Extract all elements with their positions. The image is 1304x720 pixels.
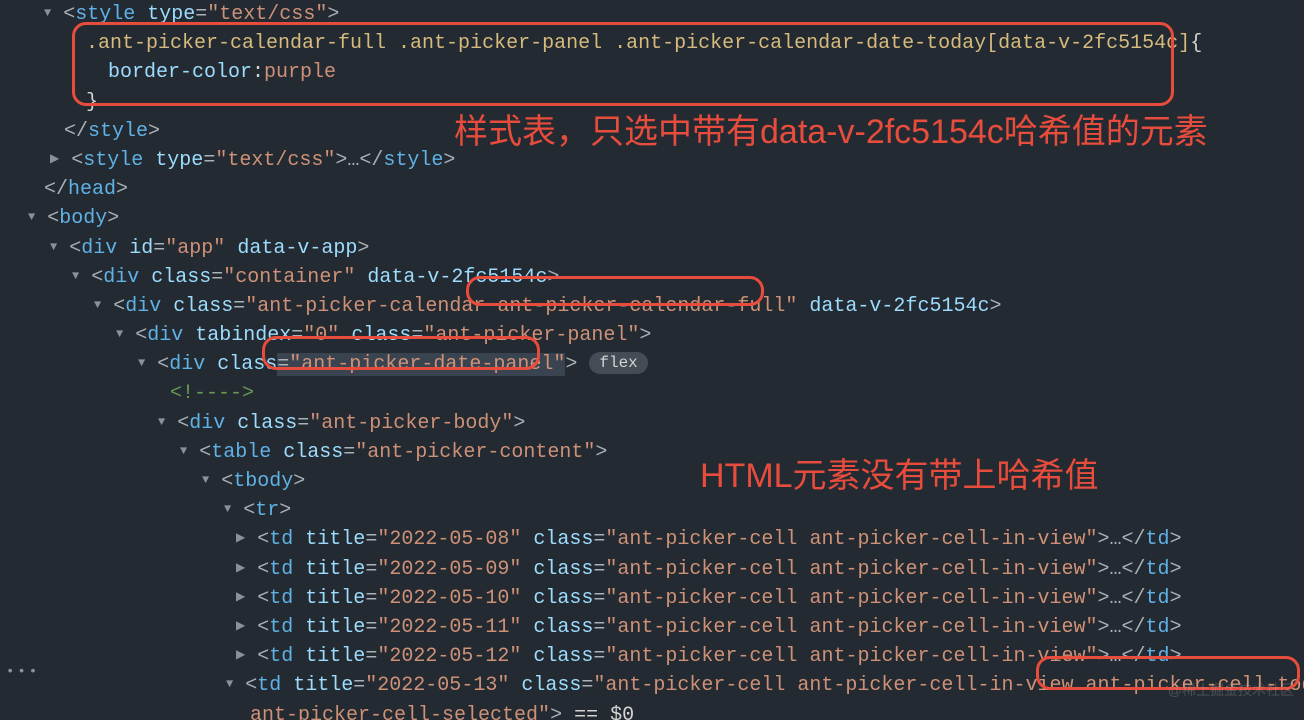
css-rule: .ant-picker-calendar-full .ant-picker-pa… [0,29,1304,58]
watermark: @稀土掘金技术社区 [1168,680,1294,700]
more-icon[interactable]: ••• [6,662,40,682]
collapse-arrow-icon[interactable] [94,292,101,321]
flex-badge[interactable]: flex [589,352,647,374]
collapse-arrow-icon[interactable] [116,321,123,350]
collapse-arrow-icon[interactable] [202,467,209,496]
expand-arrow-icon[interactable] [236,525,245,554]
code-line[interactable]: <td title="2022-05-12" class="ant-picker… [0,642,1304,671]
code-line[interactable]: <!----> [0,379,1304,408]
expand-arrow-icon[interactable] [236,642,245,671]
code-line[interactable]: <div class="ant-picker-calendar ant-pick… [0,292,1304,321]
collapse-arrow-icon[interactable] [226,671,233,700]
code-line[interactable]: <div class="ant-picker-body"> [0,409,1304,438]
code-line[interactable]: <div id="app" data-v-app> [0,234,1304,263]
code-line[interactable]: ant-picker-cell-selected"> == $0 [0,701,1304,720]
expand-arrow-icon[interactable] [236,613,245,642]
collapse-arrow-icon[interactable] [138,350,145,379]
css-close: } [0,88,1304,117]
code-line[interactable]: </head> [0,175,1304,204]
collapse-arrow-icon[interactable] [50,234,57,263]
code-line[interactable]: <style type="text/css"> [0,0,1304,29]
expand-arrow-icon[interactable] [236,584,245,613]
code-line[interactable]: <td title="2022-05-08" class="ant-picker… [0,525,1304,554]
css-decl: border-color:purple [0,58,1304,87]
code-line[interactable]: <table class="ant-picker-content"> [0,438,1304,467]
code-line[interactable]: <div tabindex="0" class="ant-picker-pane… [0,321,1304,350]
collapse-arrow-icon[interactable] [44,0,51,29]
expand-arrow-icon[interactable] [236,555,245,584]
tag-style: style [75,3,135,26]
code-line[interactable]: <body> [0,204,1304,233]
code-line[interactable]: <style type="text/css">…</style> [0,146,1304,175]
code-line[interactable]: <td title="2022-05-13" class="ant-picker… [0,671,1304,700]
code-line[interactable]: <td title="2022-05-09" class="ant-picker… [0,555,1304,584]
code-line[interactable]: </style> [0,117,1304,146]
code-line[interactable]: <td title="2022-05-10" class="ant-picker… [0,584,1304,613]
code-line[interactable]: <tr> [0,496,1304,525]
collapse-arrow-icon[interactable] [72,263,79,292]
collapse-arrow-icon[interactable] [28,204,35,233]
code-line[interactable]: <td title="2022-05-11" class="ant-picker… [0,613,1304,642]
devtools-elements-panel[interactable]: <style type="text/css"> .ant-picker-cale… [0,0,1304,720]
code-line[interactable]: <div class="ant-picker-date-panel"> flex [0,350,1304,379]
collapse-arrow-icon[interactable] [158,409,165,438]
expand-arrow-icon[interactable] [50,146,59,175]
code-line[interactable]: <div class="container" data-v-2fc5154c> [0,263,1304,292]
collapse-arrow-icon[interactable] [180,438,187,467]
selected-node-indicator: == $0 [562,704,634,720]
code-line[interactable]: <tbody> [0,467,1304,496]
collapse-arrow-icon[interactable] [224,496,231,525]
